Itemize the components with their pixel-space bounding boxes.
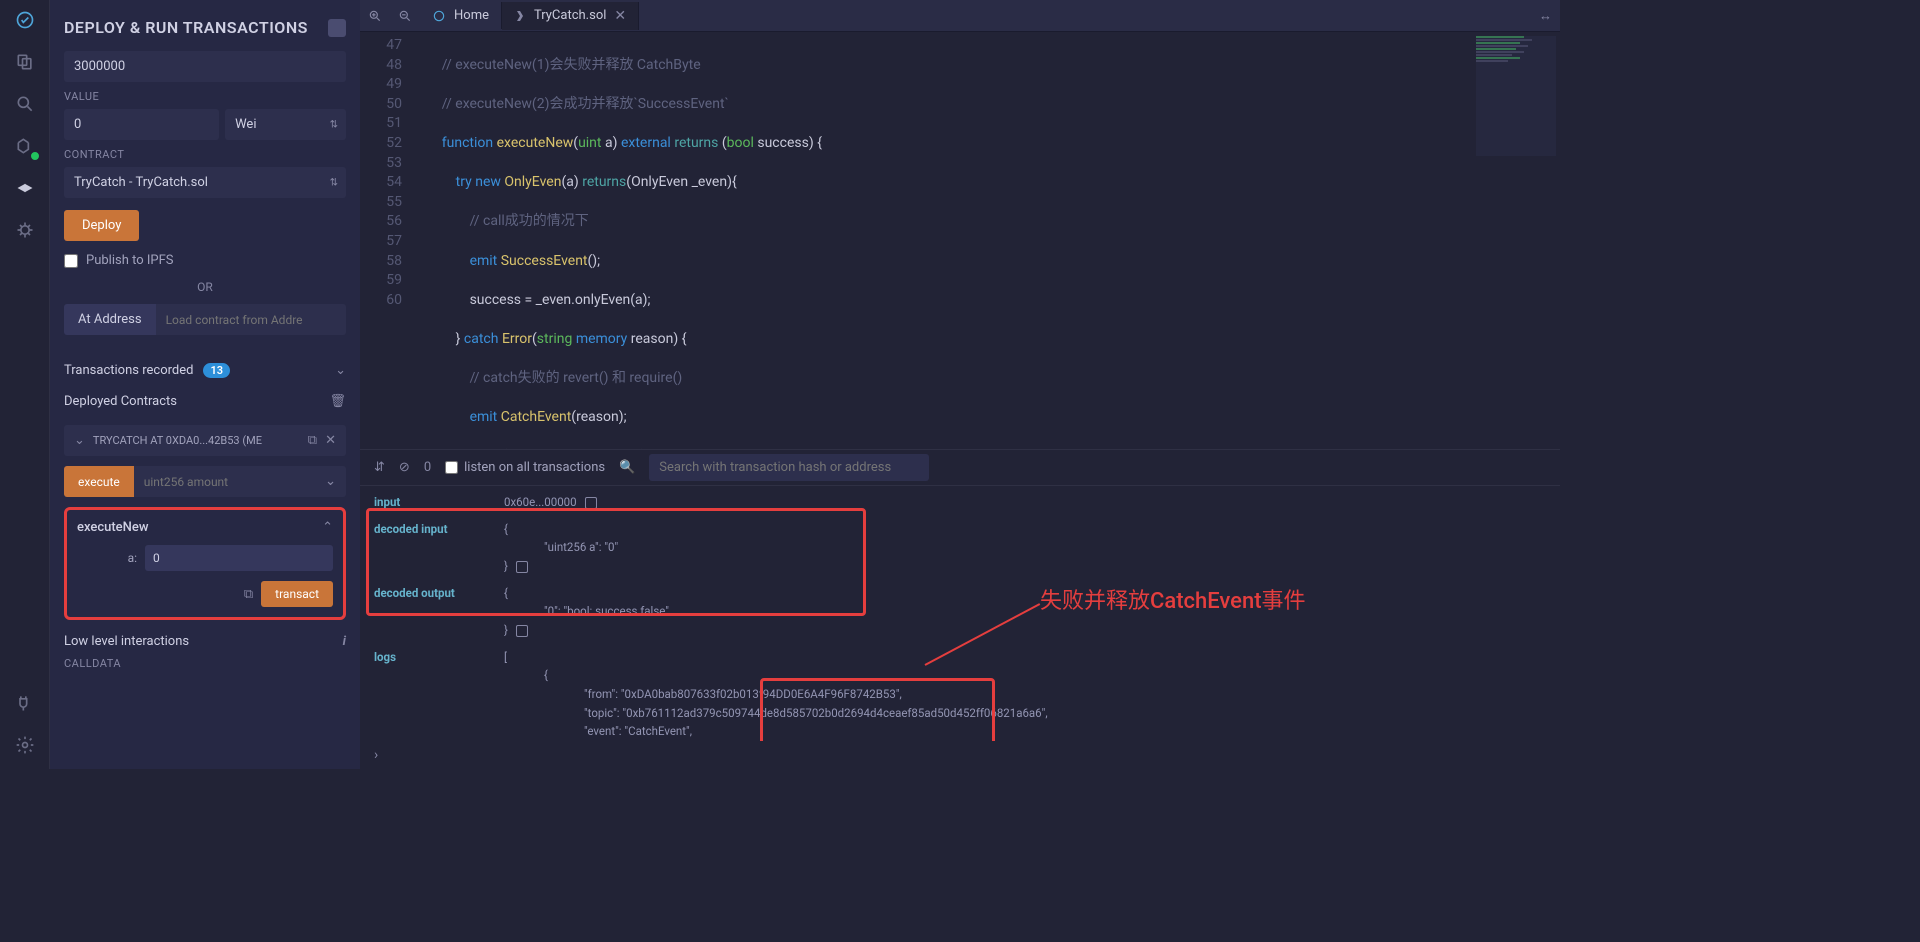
execute-new-label: executeNew xyxy=(77,520,148,535)
file-explorer-icon[interactable] xyxy=(13,50,37,74)
terminal-search-icon[interactable]: 🔍 xyxy=(619,460,635,475)
param-a-input[interactable] xyxy=(145,545,333,571)
zoom-in-icon[interactable] xyxy=(360,9,390,23)
line-gutter: 4748495051525354555657585960 xyxy=(360,32,414,449)
settings-icon[interactable] xyxy=(13,733,37,757)
clear-deployed-icon[interactable]: 🗑 xyxy=(329,394,346,409)
value-input[interactable] xyxy=(64,109,219,140)
value-label: VALUE xyxy=(64,90,346,103)
compiler-icon[interactable] xyxy=(13,134,37,158)
annotation-text: 失败并释放CatchEvent事件 xyxy=(1040,586,1306,618)
at-address-input[interactable] xyxy=(156,304,346,335)
search-icon[interactable] xyxy=(13,92,37,116)
info-icon[interactable]: i xyxy=(343,634,346,649)
execute-button[interactable]: execute xyxy=(64,466,134,497)
code-content: // executeNew(1)会失败并释放 CatchByte // exec… xyxy=(414,32,822,449)
home-tab[interactable]: Home xyxy=(420,2,502,29)
contract-select[interactable]: TryCatch - TryCatch.sol xyxy=(64,167,346,198)
deploy-button[interactable]: Deploy xyxy=(64,210,139,241)
deploy-panel: DEPLOY & RUN TRANSACTIONS VALUE Wei CONT… xyxy=(50,0,360,769)
terminal-prompt[interactable]: › xyxy=(360,741,1560,769)
pending-tx-count: 0 xyxy=(424,460,431,475)
tx-recorded-label: Transactions recorded xyxy=(64,363,193,378)
copy-icon[interactable] xyxy=(585,497,597,509)
code-editor[interactable]: 4748495051525354555657585960 // executeN… xyxy=(360,32,1560,449)
execute-input[interactable] xyxy=(134,466,315,497)
docs-icon[interactable] xyxy=(328,19,346,37)
execute-expand[interactable]: ⌄ xyxy=(315,466,346,497)
terminal-toggle-icon[interactable]: ⇵ xyxy=(374,460,385,475)
listen-checkbox[interactable] xyxy=(445,461,458,474)
copy-params-icon[interactable]: ⧉ xyxy=(244,587,253,602)
deploy-icon[interactable] xyxy=(13,176,37,200)
main-area: Home TryCatch.sol ✕ ↔ 474849505152535455… xyxy=(360,0,1560,769)
execute-new-collapse[interactable]: ⌃ xyxy=(322,520,333,535)
solidity-icon xyxy=(514,10,526,22)
debugger-icon[interactable] xyxy=(13,218,37,242)
terminal-header: ⇵ ⊘ 0 listen on all transactions 🔍 xyxy=(360,450,1560,486)
deployed-contracts-label: Deployed Contracts xyxy=(64,394,177,409)
icon-sidebar xyxy=(0,0,50,769)
publish-ipfs-label: Publish to IPFS xyxy=(86,253,174,268)
tx-count-badge: 13 xyxy=(203,363,230,378)
low-level-label: Low level interactions xyxy=(64,634,189,649)
copy-address-icon[interactable]: ⧉ xyxy=(308,433,317,448)
home-icon xyxy=(432,9,446,23)
execute-new-panel: executeNew ⌃ a: ⧉ transact xyxy=(64,507,346,620)
copy-icon[interactable] xyxy=(516,561,528,573)
minimap[interactable] xyxy=(1476,36,1556,156)
instance-expand[interactable]: ⌄ xyxy=(74,433,85,448)
calldata-label: CALLDATA xyxy=(64,657,346,670)
publish-ipfs-checkbox[interactable] xyxy=(64,254,78,268)
zoom-out-icon[interactable] xyxy=(390,9,420,23)
tx-recorded-expand[interactable]: ⌄ xyxy=(335,363,346,378)
param-a-label: a: xyxy=(77,551,137,565)
terminal-search-input[interactable] xyxy=(649,454,929,481)
or-divider: OR xyxy=(64,280,346,294)
copy-icon[interactable] xyxy=(516,625,528,637)
gas-limit-input[interactable] xyxy=(64,51,346,82)
value-unit-select[interactable]: Wei xyxy=(225,109,346,140)
file-tab[interactable]: TryCatch.sol ✕ xyxy=(502,2,639,30)
expand-icon[interactable]: ↔ xyxy=(1531,8,1560,24)
instance-name: TRYCATCH AT 0XDA0...42B53 (ME xyxy=(93,434,300,447)
terminal-body[interactable]: input0x60e...00000 decoded input{ "uint2… xyxy=(360,486,1560,741)
transact-button[interactable]: transact xyxy=(261,581,333,607)
toolbar: Home TryCatch.sol ✕ ↔ xyxy=(360,0,1560,32)
terminal: ⇵ ⊘ 0 listen on all transactions 🔍 input… xyxy=(360,449,1560,769)
plugin-icon[interactable] xyxy=(13,691,37,715)
terminal-clear-icon[interactable]: ⊘ xyxy=(399,460,410,475)
contract-label: CONTRACT xyxy=(64,148,346,161)
at-address-button[interactable]: At Address xyxy=(64,304,156,335)
close-instance-icon[interactable]: ✕ xyxy=(325,433,336,448)
close-tab-icon[interactable]: ✕ xyxy=(614,8,626,24)
panel-title: DEPLOY & RUN TRANSACTIONS xyxy=(64,18,308,37)
remix-logo-icon[interactable] xyxy=(13,8,37,32)
